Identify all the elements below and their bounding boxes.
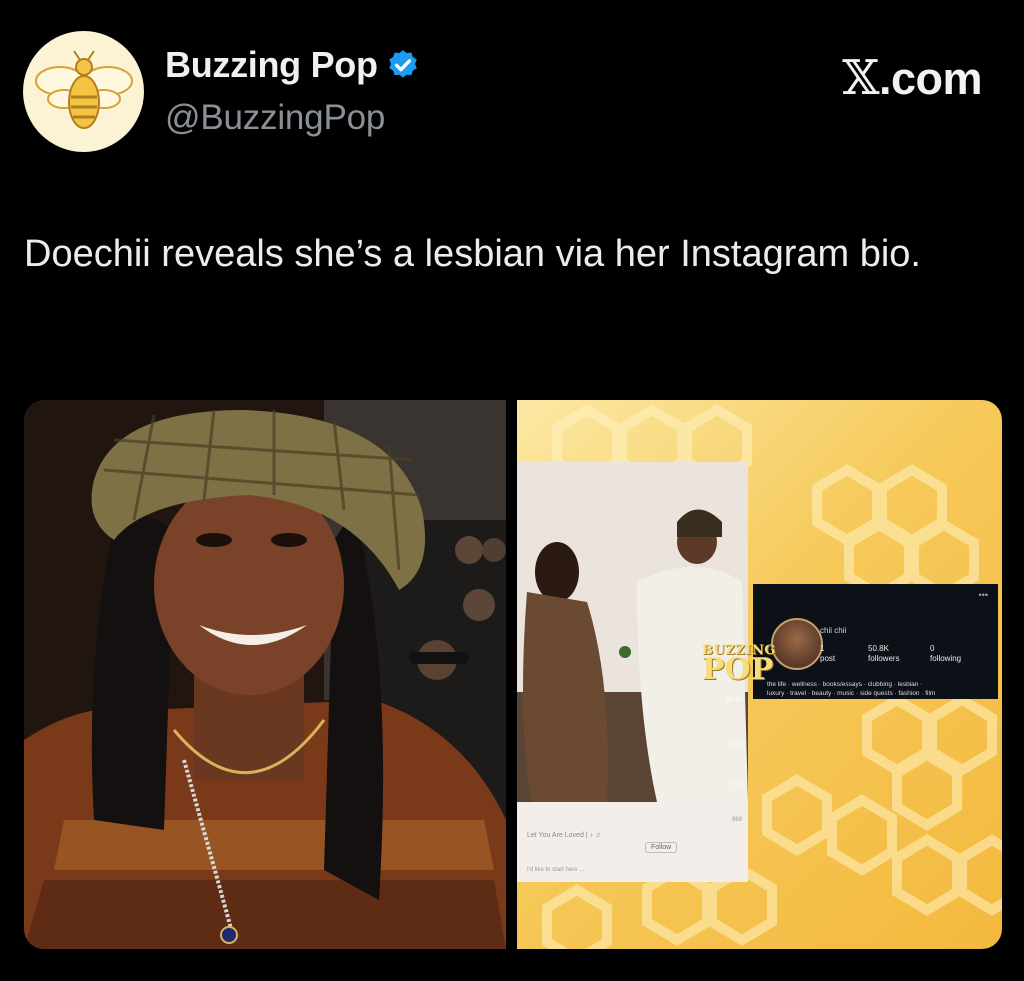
tweet-text: Doechii reveals she’s a lesbian via her … [24,233,921,275]
account-avatar[interactable] [23,31,144,152]
display-name[interactable]: Buzzing Pop [165,44,378,86]
posts-label: post [820,654,836,663]
brand-domain: .com [878,53,983,104]
reel-caption: I'd like to start here ... [527,867,585,873]
follow-button[interactable]: Follow [645,842,678,853]
posts-stat: 1 post [820,644,835,664]
more-options-icon[interactable]: ••• [979,590,988,600]
author-name-row: Buzzing Pop [165,44,420,86]
audio-label: Let You Are Loved | ♪ ♫ [527,832,601,839]
following-count: 0 [930,644,935,653]
profile-avatar [771,618,823,670]
x-brand-label: 𝕏.com [842,50,982,106]
posts-count: 1 [820,644,825,653]
portrait-photo[interactable] [24,400,506,949]
verified-badge-icon [388,50,417,78]
followers-stat[interactable]: 50.8K followers [868,644,900,664]
buzzing-pop-watermark: BUZZING POP [702,644,776,685]
likes-count[interactable]: 52.1K [726,697,742,703]
profile-bio: the life · wellness · books/essays · clu… [767,680,997,698]
instagram-screenshot-composite[interactable]: 52.1K 327 319 869 Let You Are Loved | ♪ … [517,400,1002,949]
following-label: following [930,654,962,663]
following-stat[interactable]: 0 following [930,644,961,664]
comments-count[interactable]: 327 [732,742,742,748]
watermark-line-2: POP [702,652,774,687]
bee-icon [34,49,133,129]
bio-line-2: luxury · travel · beauty · music · side … [767,690,936,697]
x-logo-icon: 𝕏 [842,50,879,106]
bio-line-1: the life · wellness · books/essays · clu… [767,681,923,688]
instagram-profile-card: ••• chii chii 1 post 50.8K followers 0 f… [753,584,998,699]
shares-count[interactable]: 869 [732,817,742,823]
portrait-photo-art [24,400,506,949]
reposts-count[interactable]: 319 [732,782,742,788]
reel-photo [517,462,748,802]
followers-count: 50.8K [868,644,889,653]
profile-name: chii chii [820,626,847,635]
author-handle[interactable]: @BuzzingPop [165,98,385,138]
followers-label: followers [868,654,900,663]
tweet-media[interactable]: 52.1K 327 319 869 Let You Are Loved | ♪ … [24,400,1002,949]
